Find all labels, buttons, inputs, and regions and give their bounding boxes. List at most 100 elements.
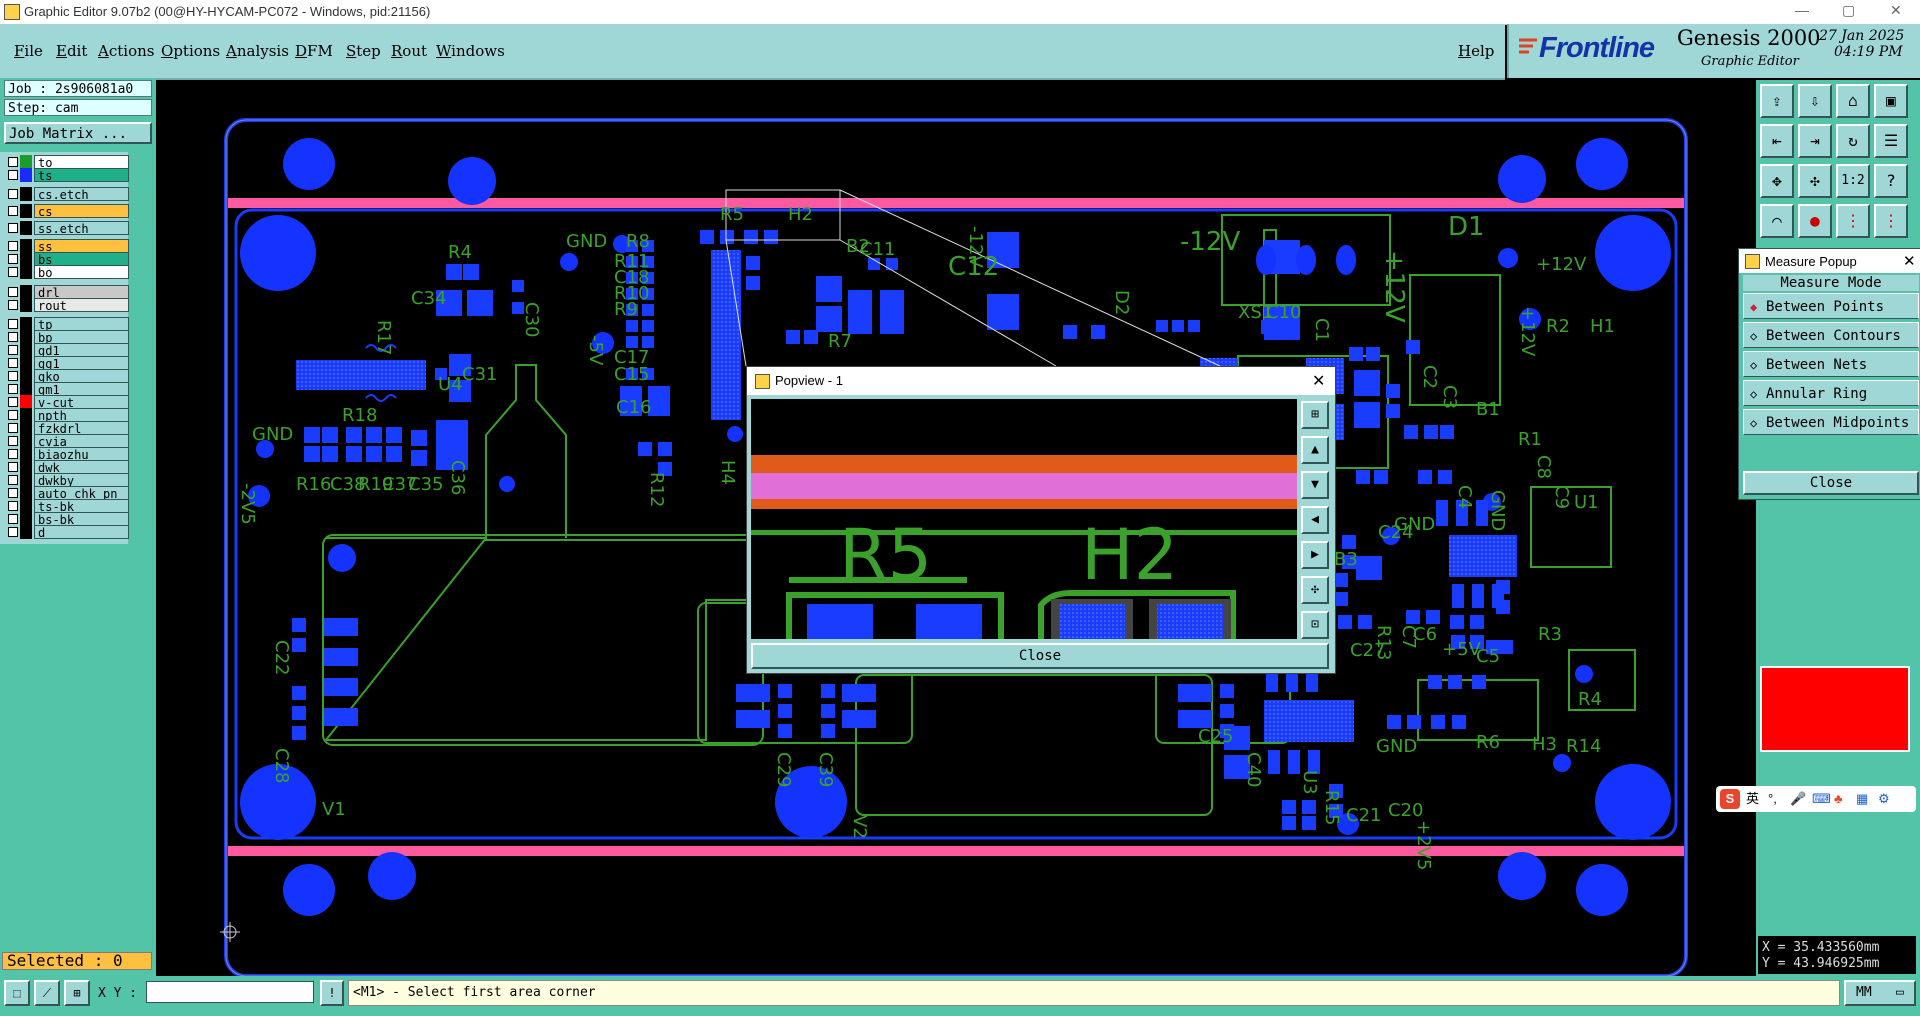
layer-checkbox[interactable] xyxy=(8,527,18,537)
menu-analysis[interactable]: Analysis xyxy=(226,42,289,60)
layer-name[interactable]: to xyxy=(34,155,129,169)
ruler-icon[interactable]: ● xyxy=(1798,204,1832,238)
layer-checkbox[interactable] xyxy=(8,319,18,329)
microphone-icon[interactable]: 🎤 xyxy=(1790,786,1806,812)
layer-checkbox[interactable] xyxy=(8,410,18,420)
popview-canvas[interactable]: R5 H2 xyxy=(751,399,1297,639)
layer-checkbox[interactable] xyxy=(8,384,18,394)
layer-name[interactable]: ts xyxy=(34,168,129,182)
layer-name[interactable]: cs xyxy=(34,204,129,218)
layer-row-rout[interactable]: rout xyxy=(6,298,129,312)
menu-edit[interactable]: Edit xyxy=(56,42,87,60)
layer-name[interactable]: rout xyxy=(34,298,129,312)
zoom-home-button[interactable]: ⊡ xyxy=(1301,611,1329,639)
minimize-button[interactable]: — xyxy=(1795,2,1809,18)
info-icon[interactable]: ! xyxy=(320,980,344,1006)
pan-up-button[interactable]: ▲ xyxy=(1301,436,1329,464)
layer-checkbox[interactable] xyxy=(8,254,18,264)
layer-name[interactable]: biaozhu xyxy=(34,447,129,461)
layer-checkbox[interactable] xyxy=(8,332,18,342)
units-select[interactable]: MM ▭ xyxy=(1844,980,1916,1006)
layer-name[interactable]: gm1 xyxy=(34,382,129,396)
apps-icon[interactable]: ▦ xyxy=(1856,786,1868,812)
layer-row-biaozhu[interactable]: biaozhu xyxy=(6,447,129,461)
measure-close-button[interactable]: Close xyxy=(1743,471,1919,495)
layer-name[interactable]: dwk xyxy=(34,460,129,474)
measure-icon[interactable]: ⌒ xyxy=(1760,204,1794,238)
fit-icon[interactable]: ✥ xyxy=(1760,164,1794,198)
grid-tool-icon[interactable]: ⊞ xyxy=(64,980,90,1006)
layer-name[interactable]: fzkdrl xyxy=(34,421,129,435)
menu-windows[interactable]: Windows xyxy=(436,42,505,60)
layer-name[interactable]: ss.etch xyxy=(34,221,129,235)
layer-name[interactable]: ts-bk xyxy=(34,499,129,513)
sogou-icon[interactable]: S xyxy=(1720,789,1740,809)
close-icon[interactable]: ✕ xyxy=(1312,371,1325,391)
layer-name[interactable]: bs-bk xyxy=(34,512,129,526)
move-right-icon[interactable]: ⇥ xyxy=(1798,124,1832,158)
menu-file[interactable]: File xyxy=(14,42,43,60)
layer-checkbox[interactable] xyxy=(8,287,18,297)
layer-row-bs-bk[interactable]: bs-bk xyxy=(6,512,129,526)
grid-icon[interactable]: ☰ xyxy=(1874,124,1908,158)
help-icon[interactable]: ? xyxy=(1874,164,1908,198)
select-tool-icon[interactable]: ⬚ xyxy=(4,980,30,1006)
layer-row-cs-etch[interactable]: cs.etch xyxy=(6,187,129,201)
layer-checkbox[interactable] xyxy=(8,267,18,277)
layer-row-fzkdrl[interactable]: fzkdrl xyxy=(6,421,129,435)
layer-name[interactable]: gg1 xyxy=(34,356,129,370)
layer-row-ts[interactable]: ts xyxy=(6,168,129,182)
layer-checkbox[interactable] xyxy=(8,501,18,511)
layer-row-npth[interactable]: npth xyxy=(6,408,129,422)
layer-checkbox[interactable] xyxy=(8,223,18,233)
layer-name[interactable]: bs xyxy=(34,252,129,266)
layer-name[interactable]: bo xyxy=(34,265,129,279)
layer-row-ss[interactable]: ss xyxy=(6,239,129,253)
layer-row-cvia[interactable]: cvia xyxy=(6,434,129,448)
layer-checkbox[interactable] xyxy=(8,449,18,459)
ime-lang[interactable]: 英 xyxy=(1746,786,1759,812)
layer-name[interactable]: ss xyxy=(34,239,129,253)
layer-row-gd1[interactable]: gd1 xyxy=(6,343,129,357)
layer-row-ts-bk[interactable]: ts-bk xyxy=(6,499,129,513)
layer-row-drl[interactable]: drl xyxy=(6,285,129,299)
layer-checkbox[interactable] xyxy=(8,371,18,381)
layer-checkbox[interactable] xyxy=(8,462,18,472)
menu-help[interactable]: Help xyxy=(1458,42,1494,60)
layer-checkbox[interactable] xyxy=(8,358,18,368)
measure-option-between-points[interactable]: ◆ Between Points xyxy=(1743,293,1919,319)
layer-name[interactable]: gko xyxy=(34,369,129,383)
xy-input[interactable] xyxy=(146,981,314,1003)
layer-checkbox[interactable] xyxy=(8,170,18,180)
layer-name[interactable]: cs.etch xyxy=(34,187,129,201)
popview-close-button[interactable]: Close xyxy=(751,643,1329,669)
layer-row-d[interactable]: d xyxy=(6,525,129,539)
snap-icon[interactable]: ⋮ xyxy=(1836,204,1870,238)
layer-checkbox[interactable] xyxy=(8,397,18,407)
maximize-button[interactable]: ▢ xyxy=(1842,2,1855,19)
layer-name[interactable]: cvia xyxy=(34,434,129,448)
layer-checkbox[interactable] xyxy=(8,241,18,251)
layer-row-gm1[interactable]: gm1 xyxy=(6,382,129,396)
skin-icon[interactable]: ♣ xyxy=(1834,786,1843,812)
window-icon[interactable]: ▣ xyxy=(1874,84,1908,118)
ime-punct[interactable]: °, xyxy=(1768,786,1777,812)
layer-row-gg1[interactable]: gg1 xyxy=(6,356,129,370)
rotate-icon[interactable]: ↻ xyxy=(1836,124,1870,158)
zoom-in-button[interactable]: ⊞ xyxy=(1301,401,1329,429)
menu-step[interactable]: Step xyxy=(346,42,381,60)
pan-icon[interactable]: ✣ xyxy=(1798,164,1832,198)
layer-row-cs[interactable]: cs xyxy=(6,204,129,218)
layer-name[interactable]: d xyxy=(34,525,129,539)
layer-checkbox[interactable] xyxy=(8,206,18,216)
job-matrix-button[interactable]: Job Matrix ... xyxy=(4,122,152,144)
measure-option-between-contours[interactable]: ◇ Between Contours xyxy=(1743,322,1919,348)
pan-right-button[interactable]: ▶ xyxy=(1301,541,1329,569)
layer-name[interactable]: auto_chk_pn xyxy=(34,486,129,500)
layer-checkbox[interactable] xyxy=(8,423,18,433)
layer-row-bs[interactable]: bs xyxy=(6,252,129,266)
layer-name[interactable]: gd1 xyxy=(34,343,129,357)
layer-row-ss-etch[interactable]: ss.etch xyxy=(6,221,129,235)
layer-checkbox[interactable] xyxy=(8,345,18,355)
layer-row-gko[interactable]: gko xyxy=(6,369,129,383)
